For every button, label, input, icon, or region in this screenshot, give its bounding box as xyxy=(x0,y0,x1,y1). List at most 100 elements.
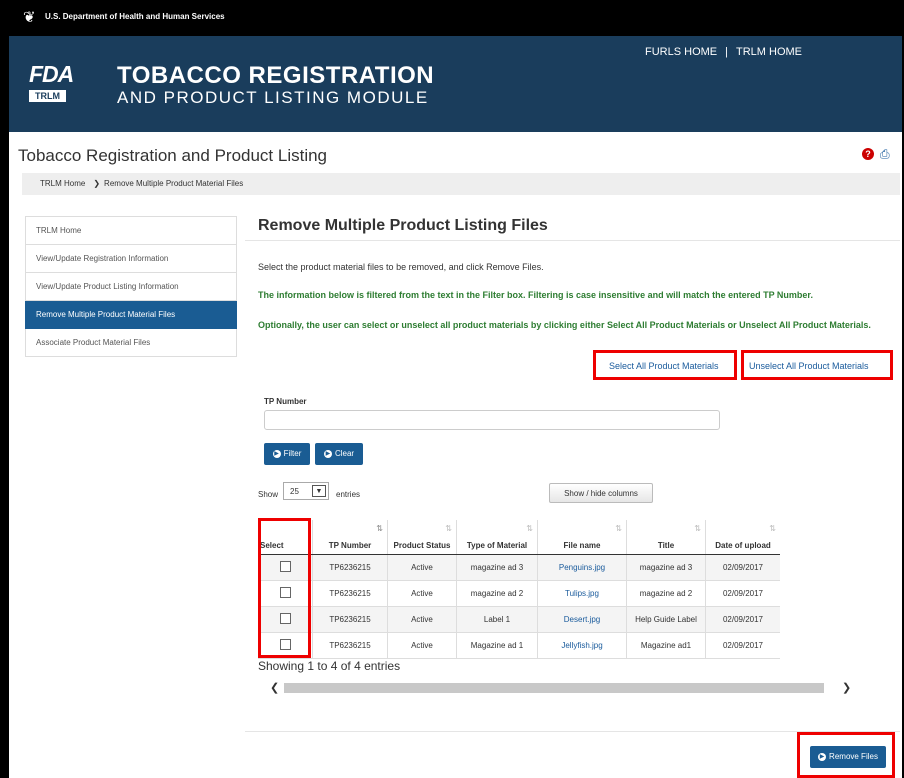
col-title[interactable]: Title ⇅ xyxy=(626,520,706,555)
agency-bar: ❦ U.S. Department of Health and Human Se… xyxy=(9,0,902,36)
page-length-value: 25 xyxy=(290,487,299,496)
status-cell: Active xyxy=(387,580,457,607)
tp-number-cell: TP6236215 xyxy=(312,632,388,659)
sort-icon: ⇅ xyxy=(615,524,622,533)
col-file-name-label: File name xyxy=(563,541,601,550)
table-row: TP6236215 Active Label 1 Desert.jpg Help… xyxy=(258,606,780,633)
horizontal-scrollbar[interactable]: ❮ ❯ xyxy=(258,679,862,696)
table-row: TP6236215 Active magazine ad 3 Penguins.… xyxy=(258,554,780,581)
agency-name: U.S. Department of Health and Human Serv… xyxy=(45,12,225,21)
filter-button-label: Filter xyxy=(283,449,302,458)
table-header-row: Select TP Number ⇅ Product Status ⇅ Type o… xyxy=(258,520,780,555)
file-name-cell: Tulips.jpg xyxy=(537,580,627,607)
sidebar-item-trlm-home[interactable]: TRLM Home xyxy=(25,216,237,245)
status-cell: Active xyxy=(387,632,457,659)
show-hide-columns-button[interactable]: Show / hide columns xyxy=(549,483,653,503)
nav-separator: | xyxy=(725,46,728,58)
product-files-table: Select TP Number ⇅ Product Status ⇅ Type o… xyxy=(258,520,780,659)
section-title: Remove Multiple Product Listing Files xyxy=(258,217,548,234)
status-cell: Active xyxy=(387,554,457,581)
table-info: Showing 1 to 4 of 4 entries xyxy=(258,659,401,673)
highlight-box-select-column xyxy=(258,518,311,658)
sort-icon: ⇅ xyxy=(694,524,701,533)
col-type-of-material[interactable]: Type of Material ⇅ xyxy=(456,520,538,555)
fda-trlm-logo[interactable]: FDA TRLM xyxy=(29,62,87,110)
trlm-home-link[interactable]: TRLM HOME xyxy=(736,46,802,58)
sidebar-nav: TRLM Home View/Update Registration Infor… xyxy=(25,216,237,357)
help-icon[interactable]: ? xyxy=(862,148,874,160)
hhs-eagle-icon: ❦ xyxy=(23,9,36,26)
fda-logo-text: FDA xyxy=(29,61,74,87)
date-cell: 02/09/2017 xyxy=(705,606,780,633)
page-length-select[interactable]: 25 ▼ xyxy=(283,482,329,500)
scroll-right-icon[interactable]: ❯ xyxy=(842,681,851,694)
highlight-box-select-all xyxy=(593,350,737,380)
breadcrumb: TRLM Home ❯ Remove Multiple Product Materi… xyxy=(22,173,900,195)
print-icon[interactable]: ⎙ xyxy=(880,148,894,160)
file-name-cell: Desert.jpg xyxy=(537,606,627,633)
filter-note: The information below is filtered from t… xyxy=(258,290,813,300)
breadcrumb-home[interactable]: TRLM Home xyxy=(40,173,85,195)
col-date-of-upload-label: Date of upload xyxy=(715,541,771,550)
screenshot-frame-left xyxy=(0,0,9,778)
sidebar-item-remove-files[interactable]: Remove Multiple Product Material Files xyxy=(25,301,237,329)
tp-number-cell: TP6236215 xyxy=(312,580,388,607)
title-cell: Magazine ad1 xyxy=(626,632,706,659)
entries-label: entries xyxy=(336,490,361,499)
col-type-of-material-label: Type of Material xyxy=(466,541,528,550)
page-title: Tobacco Registration and Product Listing xyxy=(18,146,328,165)
date-cell: 02/09/2017 xyxy=(705,580,780,607)
show-label: Show xyxy=(258,490,279,499)
date-cell: 02/09/2017 xyxy=(705,632,780,659)
sort-icon: ⇅ xyxy=(526,524,533,533)
title-cell: magazine ad 3 xyxy=(626,554,706,581)
col-tp-number-label: TP Number xyxy=(328,541,372,550)
table-row: TP6236215 Active Magazine ad 1 Jellyfish… xyxy=(258,632,780,659)
trlm-badge: TRLM xyxy=(29,90,66,102)
col-date-of-upload[interactable]: Date of upload ⇅ xyxy=(705,520,780,555)
furls-home-link[interactable]: FURLS HOME xyxy=(645,46,717,58)
sidebar-item-registration[interactable]: View/Update Registration Information xyxy=(25,245,237,273)
clear-button-label: Clear xyxy=(334,449,355,458)
highlight-box-unselect-all xyxy=(741,350,893,380)
col-tp-number[interactable]: TP Number ⇅ xyxy=(312,520,388,555)
file-link[interactable]: Penguins.jpg xyxy=(559,563,605,572)
highlight-box-remove-files xyxy=(797,732,895,778)
title-cell: magazine ad 2 xyxy=(626,580,706,607)
col-title-label: Title xyxy=(657,541,675,550)
scroll-left-icon[interactable]: ❮ xyxy=(270,681,279,694)
sort-icon: ⇅ xyxy=(445,524,452,533)
tp-number-label: TP Number xyxy=(264,397,307,406)
scroll-thumb[interactable] xyxy=(284,683,824,693)
app-subtitle: AND PRODUCT LISTING MODULE xyxy=(117,88,429,107)
file-name-cell: Jellyfish.jpg xyxy=(537,632,627,659)
tp-number-cell: TP6236215 xyxy=(312,554,388,581)
app-header: FURLS HOME | TRLM HOME FDA TRLM TOBACCO RE… xyxy=(9,36,902,132)
sidebar-item-product-listing[interactable]: View/Update Product Listing Information xyxy=(25,273,237,301)
status-cell: Active xyxy=(387,606,457,633)
table-row: TP6236215 Active magazine ad 2 Tulips.jp… xyxy=(258,580,780,607)
file-link[interactable]: Desert.jpg xyxy=(564,615,600,624)
sidebar-item-associate-files[interactable]: Associate Product Material Files xyxy=(25,329,237,357)
type-cell: magazine ad 2 xyxy=(456,580,538,607)
breadcrumb-current: Remove Multiple Product Material Files xyxy=(104,179,244,188)
chevron-down-icon: ▼ xyxy=(312,485,326,497)
type-cell: Magazine ad 1 xyxy=(456,632,538,659)
filter-button[interactable]: ▶ Filter xyxy=(264,443,310,465)
file-link[interactable]: Tulips.jpg xyxy=(565,589,599,598)
tp-number-cell: TP6236215 xyxy=(312,606,388,633)
header-nav: FURLS HOME | TRLM HOME xyxy=(645,46,802,58)
tp-number-input[interactable] xyxy=(264,410,720,430)
date-cell: 02/09/2017 xyxy=(705,554,780,581)
app-title: TOBACCO REGISTRATION xyxy=(117,62,435,89)
file-link[interactable]: Jellyfish.jpg xyxy=(561,641,602,650)
sort-icon: ⇅ xyxy=(376,524,383,533)
clear-button[interactable]: ▶ Clear xyxy=(315,443,363,465)
col-file-name[interactable]: File name ⇅ xyxy=(537,520,627,555)
select-note: Optionally, the user can select or unsel… xyxy=(258,320,871,330)
col-product-status[interactable]: Product Status ⇅ xyxy=(387,520,457,555)
type-cell: magazine ad 3 xyxy=(456,554,538,581)
type-cell: Label 1 xyxy=(456,606,538,633)
divider xyxy=(245,240,900,241)
instruction-text: Select the product material files to be … xyxy=(258,262,544,272)
